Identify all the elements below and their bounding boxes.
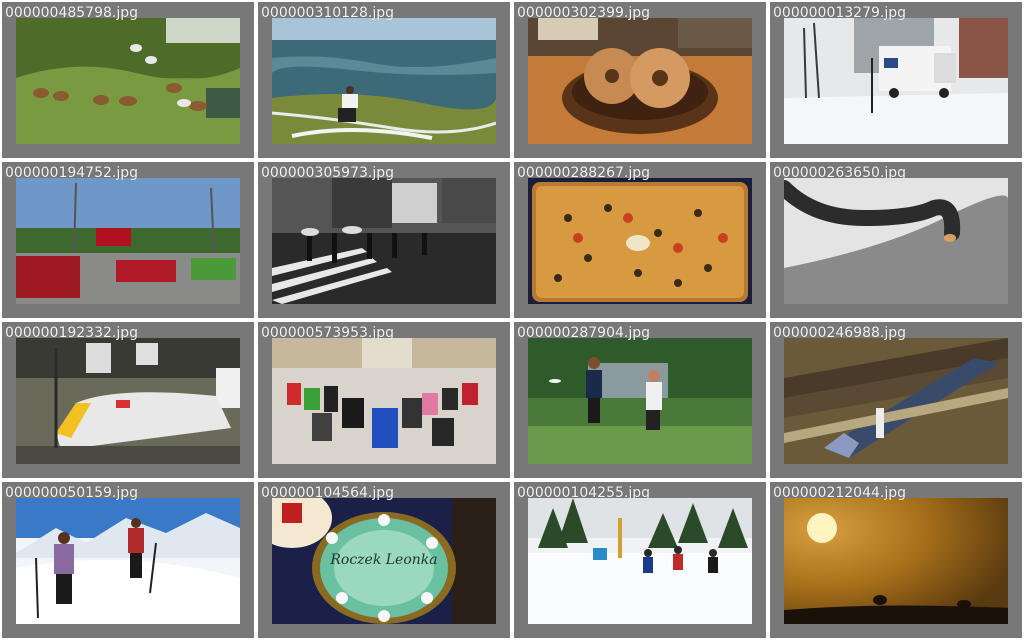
image-filename: 000000104564.jpg	[261, 485, 394, 501]
image-filename: 000000310128.jpg	[261, 5, 394, 21]
thumbnail-sunset-silhouettes[interactable]	[784, 498, 1008, 624]
image-filename: 000000192332.jpg	[5, 325, 138, 341]
image-filename: 000000104255.jpg	[517, 485, 650, 501]
gallery-tile[interactable]: 000000287904.jpg	[514, 322, 766, 478]
thumbnail-bw-crosswalk[interactable]	[272, 178, 496, 304]
thumbnail-frisbee-players[interactable]	[528, 338, 752, 464]
gallery-tile[interactable]: 000000050159.jpg	[2, 482, 254, 638]
image-filename: 000000305973.jpg	[261, 165, 394, 181]
thumbnail-cake[interactable]: Roczek Leonka	[272, 498, 496, 624]
thumbnail-train-station[interactable]	[16, 338, 240, 464]
thumbnail-ski-tourers[interactable]	[16, 498, 240, 624]
gallery-tile[interactable]: 000000302399.jpg	[514, 2, 766, 158]
gallery-tile[interactable]: 000000288267.jpg	[514, 162, 766, 318]
image-gallery-grid: 000000485798.jpg 000000310128.jpg 000000…	[0, 0, 1024, 640]
thumbnail-donuts-bowl[interactable]	[528, 18, 752, 144]
gallery-tile[interactable]: 000000485798.jpg	[2, 2, 254, 158]
thumbnail-pizza[interactable]	[528, 178, 752, 304]
thumbnail-ski-race[interactable]	[528, 498, 752, 624]
gallery-tile[interactable]: 000000573953.jpg	[258, 322, 510, 478]
gallery-tile[interactable]: 000000013279.jpg	[770, 2, 1022, 158]
image-filename: 000000573953.jpg	[261, 325, 394, 341]
gallery-tile[interactable]: 000000212044.jpg	[770, 482, 1022, 638]
thumbnail-luggage-hall[interactable]	[272, 338, 496, 464]
thumbnail-model-train[interactable]	[784, 338, 1008, 464]
gallery-tile[interactable]: 000000104255.jpg	[514, 482, 766, 638]
thumbnail-elephant-trunk[interactable]	[784, 178, 1008, 304]
gallery-tile[interactable]: 000000310128.jpg	[258, 2, 510, 158]
image-filename: 000000485798.jpg	[5, 5, 138, 21]
image-filename: 000000302399.jpg	[517, 5, 650, 21]
cake-lettering: Roczek Leonka	[329, 552, 437, 568]
gallery-tile[interactable]: 000000305973.jpg	[258, 162, 510, 318]
gallery-tile[interactable]: 000000263650.jpg	[770, 162, 1022, 318]
thumbnail-snow-mail-truck[interactable]	[784, 18, 1008, 144]
gallery-tile[interactable]: 000000194752.jpg	[2, 162, 254, 318]
thumbnail-surfer[interactable]	[272, 18, 496, 144]
thumbnail-ducks-on-grass[interactable]	[16, 18, 240, 144]
gallery-tile[interactable]: Roczek Leonka 000000104564.jpg	[258, 482, 510, 638]
gallery-tile[interactable]: 000000192332.jpg	[2, 322, 254, 478]
image-filename: 000000212044.jpg	[773, 485, 906, 501]
image-filename: 000000013279.jpg	[773, 5, 906, 21]
thumbnail-street-cars[interactable]	[16, 178, 240, 304]
image-filename: 000000050159.jpg	[5, 485, 138, 501]
image-filename: 000000194752.jpg	[5, 165, 138, 181]
image-filename: 000000263650.jpg	[773, 165, 906, 181]
image-filename: 000000288267.jpg	[517, 165, 650, 181]
image-filename: 000000246988.jpg	[773, 325, 906, 341]
image-filename: 000000287904.jpg	[517, 325, 650, 341]
gallery-tile[interactable]: 000000246988.jpg	[770, 322, 1022, 478]
